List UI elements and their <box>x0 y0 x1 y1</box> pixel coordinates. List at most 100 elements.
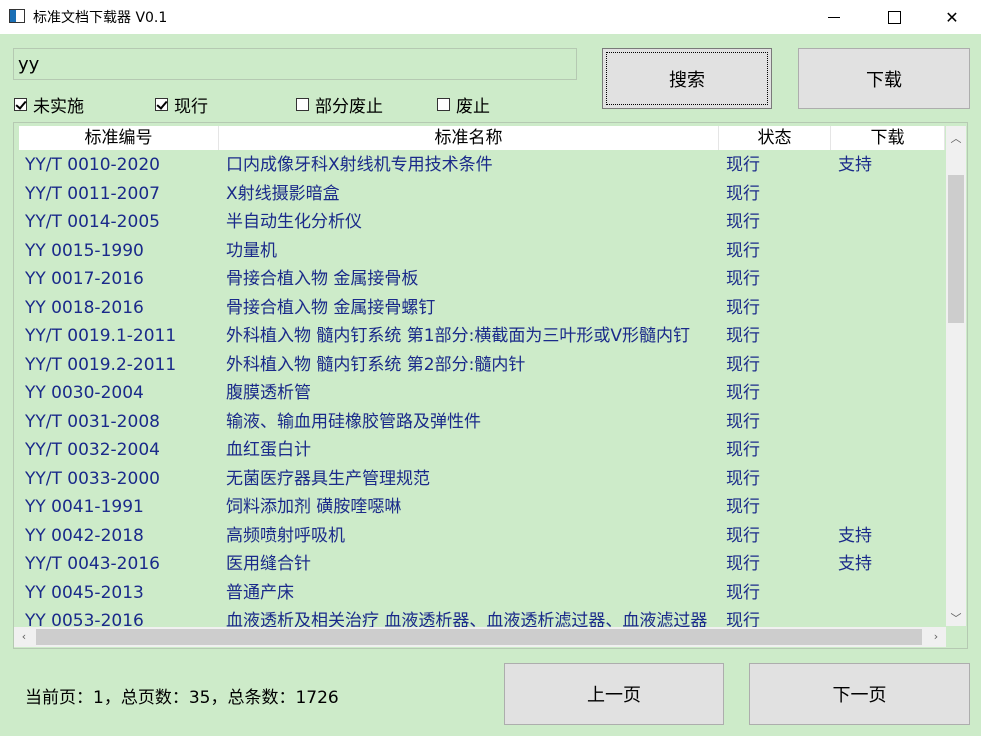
next-page-label: 下一页 <box>832 685 887 706</box>
cell-code: YY 0017-2016 <box>25 269 144 289</box>
cell-download <box>838 265 938 293</box>
cell-name: 腹膜透析管 <box>226 383 311 403</box>
next-page-button[interactable]: 下一页 <box>749 663 970 725</box>
prev-page-button[interactable]: 上一页 <box>504 663 724 725</box>
cell-code: YY/T 0033-2000 <box>25 468 160 489</box>
table-row[interactable]: YY 0030-2004 腹膜透析管 现行 <box>14 379 944 407</box>
table-row[interactable]: YY/T 0019.1-2011 外科植入物 髓内钉系统 第1部分:横截面为三叶形… <box>14 322 944 350</box>
cell-download <box>838 237 938 265</box>
cell-status: 现行 <box>726 354 760 375</box>
cell-status: 现行 <box>726 411 760 432</box>
cell-name: 口内成像牙科X射线机专用技术条件 <box>226 155 493 175</box>
horizontal-scroll-thumb[interactable] <box>36 629 922 645</box>
cell-code: YY 0041-1991 <box>25 497 144 517</box>
cell-name: 骨接合植入物 金属接骨板 <box>226 269 419 289</box>
filter-checkbox[interactable]: 废止 <box>437 95 490 117</box>
cell-download <box>838 379 938 407</box>
maximize-icon <box>887 10 901 24</box>
cell-code: YY/T 0014-2005 <box>25 212 160 232</box>
cell-code: YY/T 0019.2-2011 <box>25 354 177 375</box>
filter-checkbox[interactable]: 未实施 <box>14 95 84 117</box>
checkbox-checked-icon[interactable] <box>14 97 27 111</box>
cell-name: 高频喷射呼吸机 <box>226 525 345 546</box>
download-button[interactable]: 下载 <box>798 48 970 109</box>
scroll-down-icon[interactable]: ﹀ <box>946 610 966 626</box>
cell-download <box>838 408 938 436</box>
table-row[interactable]: YY 0045-2013 普通产床 现行 <box>14 579 944 607</box>
table-row[interactable]: YY/T 0014-2005 半自动生化分析仪 现行 <box>14 208 944 236</box>
table-row[interactable]: YY 0042-2018 高频喷射呼吸机 现行 支持 <box>14 522 944 550</box>
table-row[interactable]: YY/T 0031-2008 输液、输血用硅橡胶管路及弹性件 现行 <box>14 408 944 436</box>
checkbox-unchecked-icon[interactable] <box>437 97 450 111</box>
cell-status: 现行 <box>726 383 760 403</box>
cell-status: 现行 <box>726 240 760 261</box>
table-row[interactable]: YY 0041-1991 饲料添加剂 磺胺喹噁啉 现行 <box>14 493 944 521</box>
cell-name: 输液、输血用硅橡胶管路及弹性件 <box>226 411 481 432</box>
cell-code: YY 0053-2016 <box>25 611 144 627</box>
cell-code: YY 0015-1990 <box>25 240 144 261</box>
table-row[interactable]: YY/T 0019.2-2011 外科植入物 髓内钉系统 第2部分:髓内针 现行 <box>14 351 944 379</box>
cell-name: 普通产床 <box>226 582 294 603</box>
filter-label: 废止 <box>456 96 490 117</box>
table-row[interactable]: YY 0017-2016 骨接合植入物 金属接骨板 现行 <box>14 265 944 293</box>
cell-code: YY 0045-2013 <box>25 582 144 603</box>
table-row[interactable]: YY 0018-2016 骨接合植入物 金属接骨螺钉 现行 <box>14 294 944 322</box>
cell-status: 现行 <box>726 326 760 346</box>
table-row[interactable]: YY/T 0010-2020 口内成像牙科X射线机专用技术条件 现行 支持 <box>14 151 944 179</box>
scroll-left-icon[interactable]: ‹ <box>14 630 34 643</box>
search-input[interactable] <box>13 48 577 80</box>
cell-download <box>838 607 938 627</box>
scroll-right-icon[interactable]: › <box>926 630 946 643</box>
scroll-up-icon[interactable]: ︿ <box>946 130 966 146</box>
table-row[interactable]: YY/T 0032-2004 血红蛋白计 现行 <box>14 436 944 464</box>
table-row[interactable]: YY/T 0043-2016 医用缝合针 现行 支持 <box>14 550 944 578</box>
header-status[interactable]: 状态 <box>719 126 831 150</box>
cell-status: 现行 <box>726 554 760 574</box>
cell-download: 支持 <box>838 525 872 546</box>
cell-name: 外科植入物 髓内钉系统 第2部分:髓内针 <box>226 354 526 375</box>
cell-code: YY/T 0010-2020 <box>25 155 160 175</box>
cell-code: YY 0018-2016 <box>25 297 144 318</box>
filter-checkbox[interactable]: 部分废止 <box>296 95 383 117</box>
cell-code: YY/T 0011-2007 <box>25 183 160 204</box>
cell-status: 现行 <box>726 269 760 289</box>
vertical-scrollbar[interactable]: ︿ ﹀ <box>946 126 966 626</box>
checkbox-unchecked-icon[interactable] <box>296 97 309 111</box>
checkbox-checked-icon[interactable] <box>155 97 168 111</box>
table-row[interactable]: YY 0053-2016 血液透析及相关治疗 血液透析器、血液透析滤过器、血液滤过… <box>14 607 944 627</box>
filter-label: 未实施 <box>33 96 84 117</box>
minimize-icon <box>828 16 840 18</box>
table-row[interactable]: YY/T 0011-2007 X射线摄影暗盒 现行 <box>14 180 944 208</box>
cell-download <box>838 294 938 322</box>
cell-status: 现行 <box>726 582 760 603</box>
header-download[interactable]: 下载 <box>831 126 945 150</box>
cell-name: 无菌医疗器具生产管理规范 <box>226 468 430 489</box>
cell-download <box>838 579 938 607</box>
filter-checkbox[interactable]: 现行 <box>155 95 208 117</box>
cell-name: 功量机 <box>226 240 277 261</box>
close-button[interactable]: ✕ <box>928 0 976 34</box>
cell-download <box>838 436 938 464</box>
cell-download <box>838 351 938 379</box>
vertical-scroll-thumb[interactable] <box>948 175 964 323</box>
cell-code: YY/T 0043-2016 <box>25 554 160 574</box>
cell-status: 现行 <box>726 155 760 175</box>
table-row[interactable]: YY/T 0033-2000 无菌医疗器具生产管理规范 现行 <box>14 465 944 493</box>
header-code[interactable]: 标准编号 <box>19 126 219 150</box>
cell-code: YY 0030-2004 <box>25 383 144 403</box>
cell-name: 血液透析及相关治疗 血液透析器、血液透析滤过器、血液滤过器 <box>226 611 708 627</box>
search-button[interactable]: 搜索 <box>602 48 772 109</box>
cell-name: 血红蛋白计 <box>226 440 311 460</box>
cell-download: 支持 <box>838 554 872 574</box>
filter-label: 部分废止 <box>315 96 383 117</box>
cell-status: 现行 <box>726 611 760 627</box>
cell-name: 饲料添加剂 磺胺喹噁啉 <box>226 497 402 517</box>
table-row[interactable]: YY 0015-1990 功量机 现行 <box>14 237 944 265</box>
maximize-button[interactable] <box>870 0 918 34</box>
minimize-button[interactable] <box>810 0 858 34</box>
horizontal-scrollbar[interactable]: ‹ › <box>14 627 946 647</box>
cell-code: YY/T 0031-2008 <box>25 411 160 432</box>
header-name[interactable]: 标准名称 <box>219 126 719 150</box>
cell-download: 支持 <box>838 155 872 175</box>
cell-status: 现行 <box>726 525 760 546</box>
